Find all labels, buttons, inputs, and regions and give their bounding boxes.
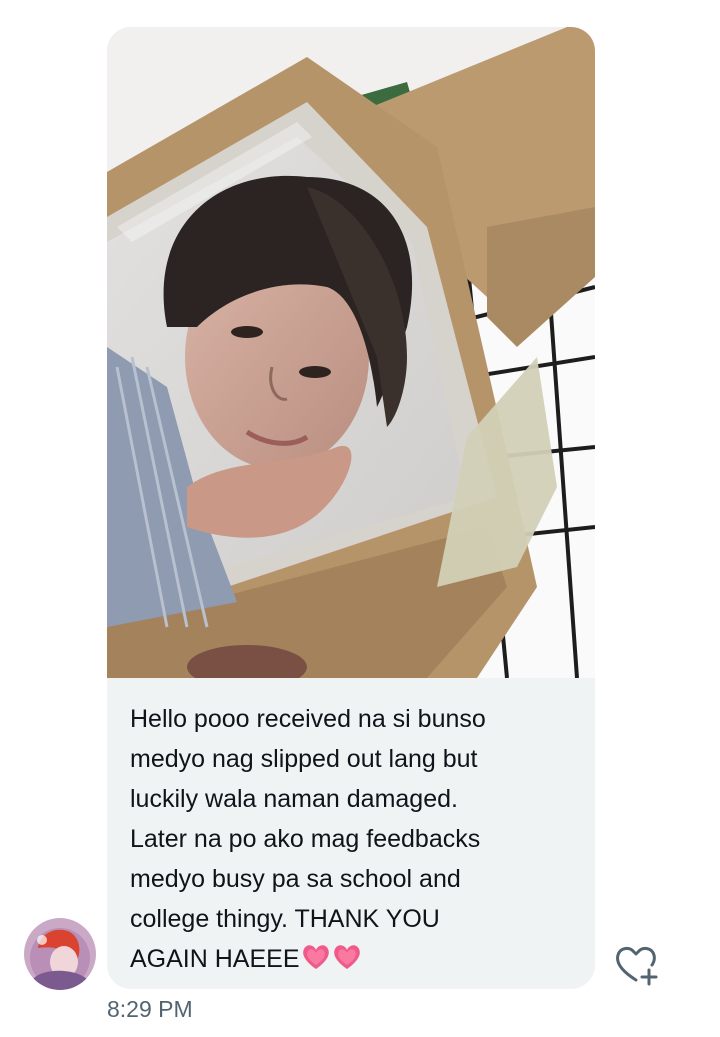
message-photo[interactable] [107,27,595,678]
message-line: college thingy. THANK YOU [130,905,440,933]
message-line: Hello pooo received na si bunso [130,705,486,733]
message-line: medyo busy pa sa school and [130,865,461,893]
message-line: medyo nag slipped out lang but [130,745,478,773]
message-text: Hello pooo received na si bunso medyo na… [130,699,580,979]
received-message-bubble[interactable]: Hello pooo received na si bunso medyo na… [107,27,595,989]
pink-heart-icon [302,945,329,969]
sender-avatar[interactable] [24,918,96,990]
heart-plus-icon [616,946,658,986]
message-line: AGAIN HAEEE [130,945,300,973]
user-avatar-icon [24,918,96,990]
add-reaction-button[interactable] [612,942,662,988]
photocard-in-toploader-image [107,27,595,678]
message-line: luckily wala naman damaged. [130,785,458,813]
pink-heart-icon [333,945,360,969]
message-timestamp: 8:29 PM [107,996,193,1022]
message-line: Later na po ako mag feedbacks [130,825,481,853]
